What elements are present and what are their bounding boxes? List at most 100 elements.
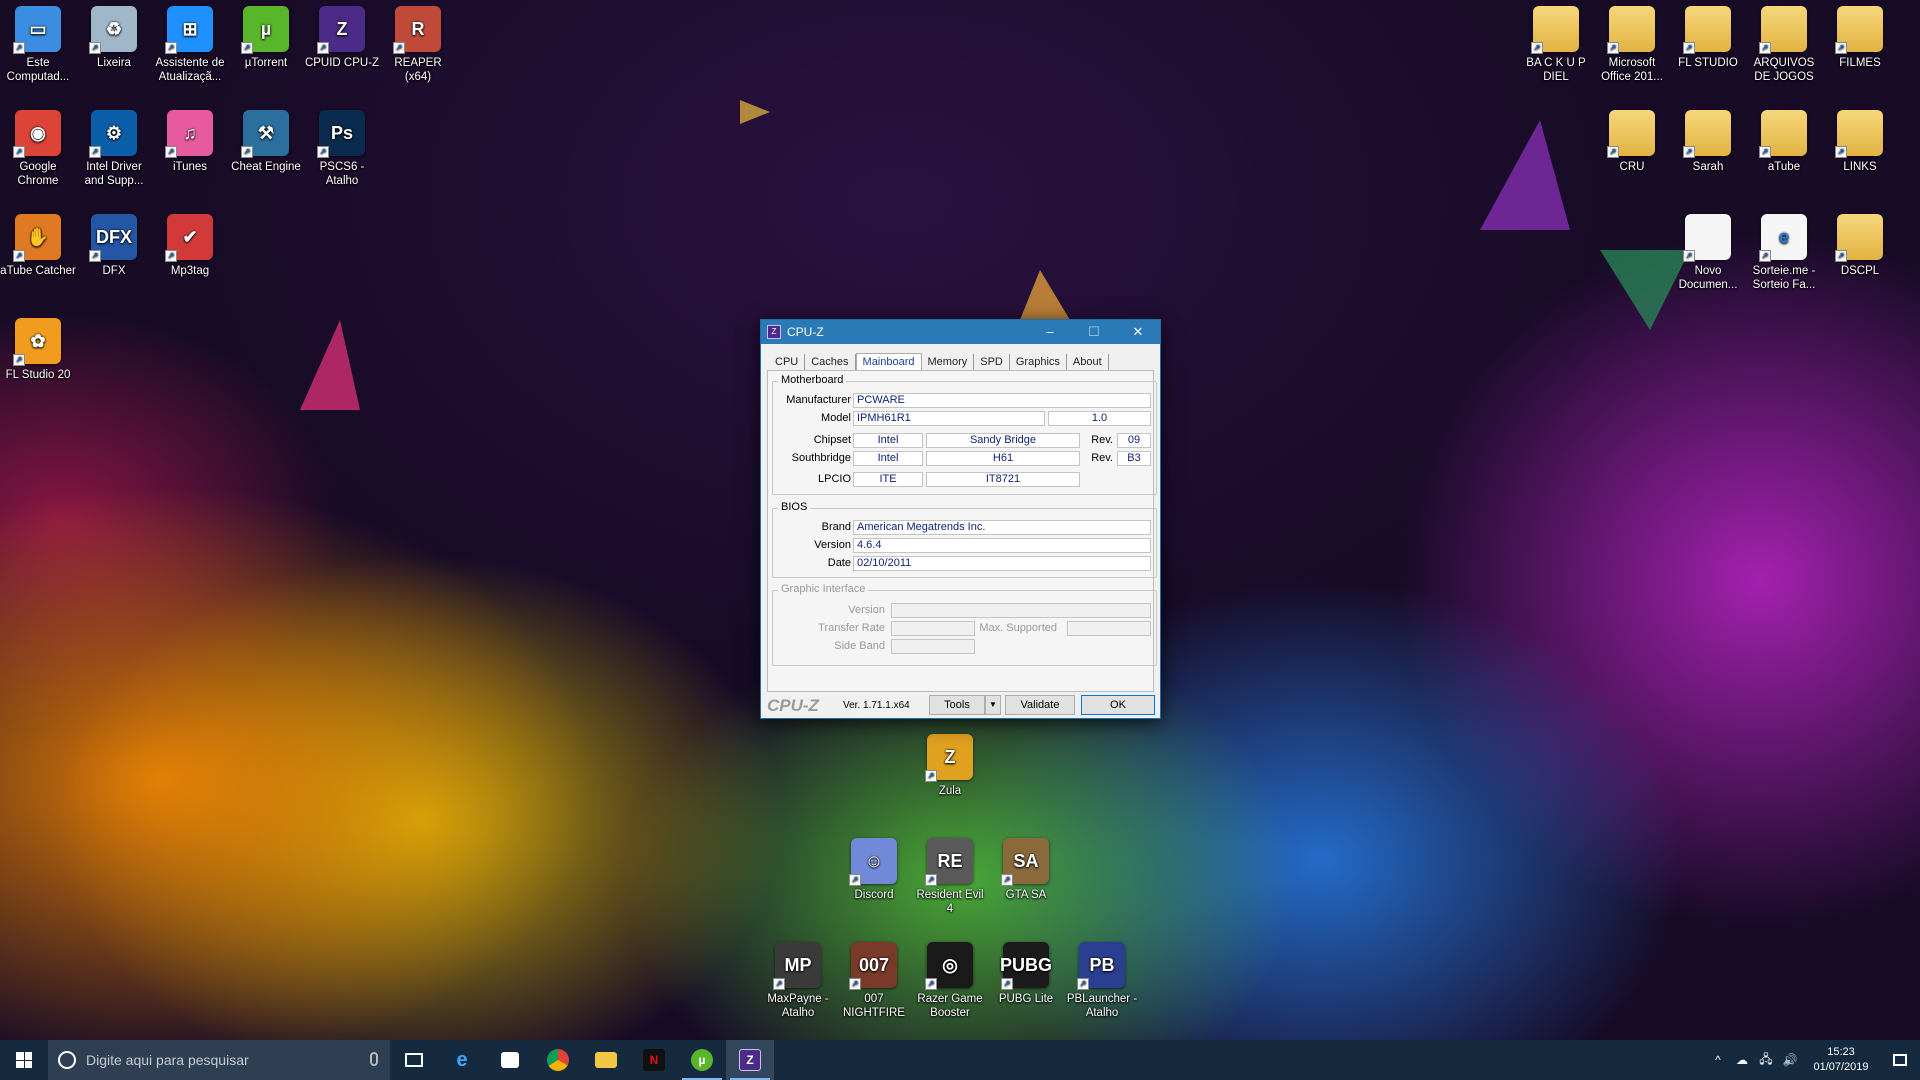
- desktop-icon[interactable]: ↗ Sarah: [1670, 110, 1746, 174]
- text-document-icon: ↗: [1683, 214, 1731, 262]
- cpuz-app-icon: Z: [767, 325, 781, 339]
- tab-memory[interactable]: Memory: [922, 354, 975, 370]
- desktop-icon[interactable]: ▭ ↗ Este Computad...: [0, 6, 76, 84]
- network-icon[interactable]: 🖧: [1754, 1050, 1778, 1071]
- desktop-icon[interactable]: ✋ ↗ aTube Catcher: [0, 214, 76, 278]
- intel-driver-icon: ⚙ ↗: [89, 110, 137, 158]
- desktop-icon[interactable]: ↗ FILMES: [1822, 6, 1898, 70]
- tools-dropdown-arrow-icon[interactable]: ▼: [985, 695, 1001, 715]
- shortcut-arrow-icon: ↗: [1835, 250, 1847, 262]
- tab-caches[interactable]: Caches: [805, 354, 856, 370]
- desktop-icon[interactable]: ☺ ↗ Discord: [836, 838, 912, 902]
- taskbar-clock[interactable]: 15:23 01/07/2019: [1802, 1045, 1880, 1075]
- volume-icon[interactable]: 🔊: [1778, 1053, 1802, 1067]
- desktop-icon[interactable]: PUBG ↗ PUBG Lite: [988, 942, 1064, 1006]
- desktop-icon[interactable]: R ↗ REAPER (x64): [380, 6, 456, 84]
- desktop-icon[interactable]: ✔ ↗ Mp3tag: [152, 214, 228, 278]
- shortcut-arrow-icon: ↗: [1607, 146, 1619, 158]
- desktop-icon[interactable]: ↗ DSCPL: [1822, 214, 1898, 278]
- tab-spd[interactable]: SPD: [974, 354, 1010, 370]
- desktop-icon[interactable]: ↗ aTube: [1746, 110, 1822, 174]
- group-title: BIOS: [778, 501, 811, 513]
- desktop-icon[interactable]: µ ↗ µTorrent: [228, 6, 304, 70]
- tab-graphics[interactable]: Graphics: [1010, 354, 1067, 370]
- validate-button[interactable]: Validate: [1005, 695, 1075, 715]
- taskbar-search-box[interactable]: Digite aqui para pesquisar: [48, 1040, 390, 1080]
- notification-icon: [1893, 1054, 1907, 1066]
- desktop-icon[interactable]: ◉ ↗ Google Chrome: [0, 110, 76, 188]
- desktop-icon[interactable]: Z ↗ Zula: [912, 734, 988, 798]
- folder-icon: ↗: [1531, 6, 1579, 54]
- taskbar-chrome[interactable]: [534, 1040, 582, 1080]
- desktop-icon[interactable]: SA ↗ GTA SA: [988, 838, 1064, 902]
- start-button[interactable]: [0, 1040, 48, 1080]
- computer-icon: ▭ ↗: [13, 6, 61, 54]
- tools-button[interactable]: Tools: [929, 695, 985, 715]
- desktop-icon[interactable]: ↗ BA C K U P DIEL: [1518, 6, 1594, 84]
- maximize-button[interactable]: ☐: [1072, 320, 1116, 344]
- desktop-icon-label: Novo Documen...: [1678, 265, 1738, 291]
- desktop-icon[interactable]: 007 ↗ 007 NIGHTFIRE: [836, 942, 912, 1020]
- desktop-icon-label: ARQUIVOS DE JOGOS: [1753, 57, 1815, 83]
- taskbar-store[interactable]: [486, 1040, 534, 1080]
- bios-version-value: 4.6.4: [853, 538, 1151, 553]
- tab-about[interactable]: About: [1067, 354, 1109, 370]
- desktop-icon[interactable]: ↗ ARQUIVOS DE JOGOS: [1746, 6, 1822, 84]
- taskbar-cpuz[interactable]: Z: [726, 1040, 774, 1080]
- shortcut-arrow-icon: ↗: [1835, 146, 1847, 158]
- close-button[interactable]: ✕: [1116, 320, 1160, 344]
- atube-catcher-icon: ✋ ↗: [13, 214, 61, 262]
- cpuz-titlebar[interactable]: Z CPU-Z – ☐ ✕: [761, 320, 1160, 344]
- shortcut-arrow-icon: ↗: [849, 874, 861, 886]
- desktop-icon[interactable]: ↗ FL STUDIO: [1670, 6, 1746, 70]
- desktop-icon-label: iTunes: [172, 161, 208, 173]
- desktop-icon[interactable]: ↗ LINKS: [1822, 110, 1898, 174]
- razer-icon: ◎ ↗: [925, 942, 973, 990]
- discord-icon: ☺ ↗: [849, 838, 897, 886]
- desktop-icon[interactable]: ↗ CRU: [1594, 110, 1670, 174]
- desktop-icon-label: Lixeira: [97, 57, 131, 69]
- desktop-icon[interactable]: Ps ↗ PSCS6 - Atalho: [304, 110, 380, 188]
- desktop-icon-label: 007 NIGHTFIRE: [843, 993, 905, 1019]
- taskbar-edge[interactable]: e: [438, 1040, 486, 1080]
- desktop-icon-label: PUBG Lite: [998, 993, 1054, 1005]
- task-view-button[interactable]: [390, 1040, 438, 1080]
- shortcut-arrow-icon: ↗: [13, 354, 25, 366]
- taskbar-file-explorer[interactable]: [582, 1040, 630, 1080]
- desktop-icon[interactable]: ◎ ↗ Razer Game Booster: [912, 942, 988, 1020]
- desktop-icon[interactable]: MP ↗ MaxPayne - Atalho: [760, 942, 836, 1020]
- desktop-icon[interactable]: ↗ Microsoft Office 201...: [1594, 6, 1670, 84]
- action-center-button[interactable]: [1880, 1040, 1920, 1080]
- desktop-icon[interactable]: ✿ ↗ FL Studio 20: [0, 318, 76, 382]
- desktop-icon[interactable]: ♫ ↗ iTunes: [152, 110, 228, 174]
- desktop-icon[interactable]: ⚒ ↗ Cheat Engine: [228, 110, 304, 174]
- microphone-icon[interactable]: [370, 1052, 378, 1066]
- desktop-icon[interactable]: DFX ↗ DFX: [76, 214, 152, 278]
- folder-icon: ↗: [1835, 6, 1883, 54]
- desktop-icon-label: Sorteie.me - Sorteio Fa...: [1752, 265, 1816, 291]
- desktop-icon[interactable]: e ↗ Sorteie.me - Sorteio Fa...: [1746, 214, 1822, 292]
- onedrive-icon[interactable]: ☁: [1730, 1053, 1754, 1067]
- bios-brand-label: Brand: [821, 521, 851, 533]
- desktop-icon[interactable]: ♻ ↗ Lixeira: [76, 6, 152, 70]
- desktop-icon-label: DFX: [102, 265, 126, 277]
- group-title: Motherboard: [778, 374, 847, 386]
- taskbar-netflix[interactable]: N: [630, 1040, 678, 1080]
- desktop-icon[interactable]: RE ↗ Resident Evil 4: [912, 838, 988, 916]
- minimize-button[interactable]: –: [1028, 320, 1072, 344]
- taskbar-utorrent[interactable]: µ: [678, 1040, 726, 1080]
- tab-mainboard[interactable]: Mainboard: [855, 353, 922, 370]
- desktop-icon[interactable]: ⚙ ↗ Intel Driver and Supp...: [76, 110, 152, 188]
- ok-button[interactable]: OK: [1081, 695, 1155, 715]
- cpuz-window[interactable]: Z CPU-Z – ☐ ✕ CPU Caches Mainboard Memory SP…: [760, 319, 1161, 719]
- show-hidden-icons-icon[interactable]: ^: [1706, 1053, 1730, 1067]
- desktop-icon-label: Sarah: [1692, 161, 1724, 173]
- search-placeholder: Digite aqui para pesquisar: [86, 1052, 249, 1068]
- desktop-icon[interactable]: Z ↗ CPUID CPU-Z: [304, 6, 380, 70]
- recycle-bin-icon: ♻ ↗: [89, 6, 137, 54]
- desktop-icon[interactable]: ↗ Novo Documen...: [1670, 214, 1746, 292]
- window-title: CPU-Z: [787, 325, 824, 339]
- desktop-icon[interactable]: ⊞ ↗ Assistente de Atualizaçã...: [152, 6, 228, 84]
- tab-cpu[interactable]: CPU: [769, 354, 806, 370]
- desktop-icon[interactable]: PB ↗ PBLauncher - Atalho: [1064, 942, 1140, 1020]
